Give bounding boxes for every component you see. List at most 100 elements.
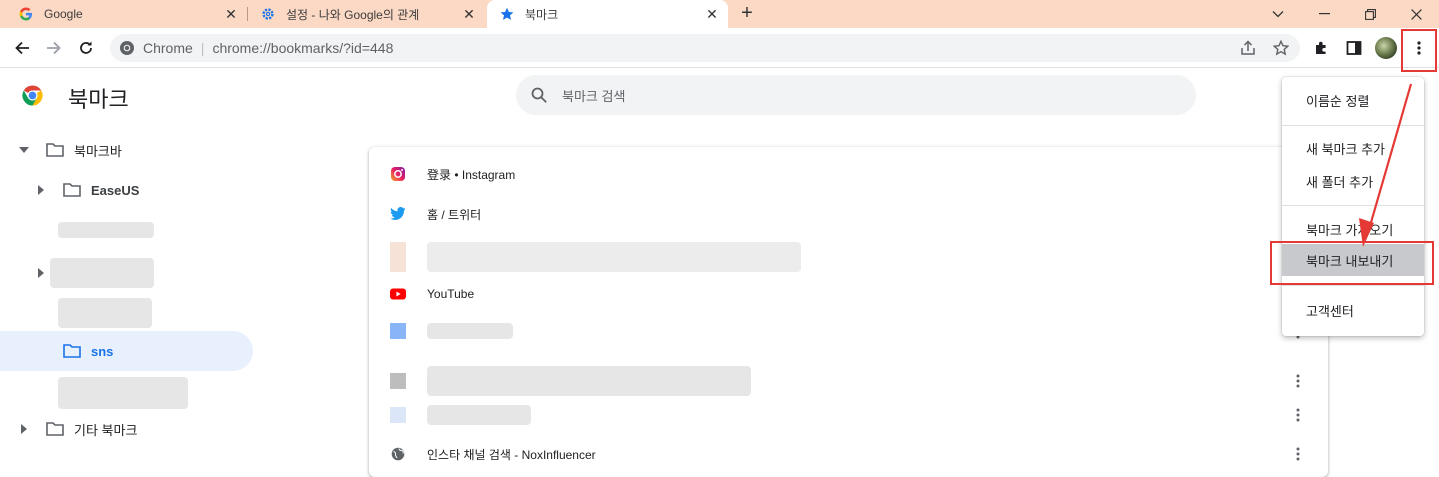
chrome-logo-icon [21,84,44,107]
collapse-arrow-icon[interactable] [19,424,29,434]
tab-title: 설정 - 나와 Google의 관계 [286,7,420,22]
address-bar[interactable]: Chrome | chrome://bookmarks/?id=448 [110,34,1300,62]
list-item[interactable] [369,395,1328,435]
scheme-label: Chrome [143,40,193,56]
more-actions-icon[interactable] [1290,446,1306,462]
youtube-icon [390,286,406,302]
list-item[interactable]: 登录 • Instagram [369,154,1328,194]
list-item[interactable]: 홈 / 트위터 [369,194,1328,234]
star-icon [499,6,515,22]
tree-item-other-bookmarks[interactable]: 기타 북마크 [0,409,137,449]
arrow-left-icon [15,41,29,55]
side-panel-icon [1346,41,1362,55]
tree-item-sns[interactable]: sns [0,331,113,371]
menu-divider [1282,285,1424,286]
restore-icon[interactable] [1347,0,1393,28]
redacted-tree-item[interactable] [58,298,152,328]
expand-arrow-icon[interactable] [19,145,29,155]
annotation-highlight-box [1270,241,1434,285]
avatar [1375,37,1397,59]
tree-item-bookmarks-bar[interactable]: 북마크바 [0,130,122,170]
redacted-icon [390,323,406,339]
google-g-icon [18,6,34,22]
reload-icon [80,41,92,54]
redacted-tree-item[interactable] [58,222,154,238]
bookmark-title: 登录 • Instagram [427,167,516,182]
tree-item-easeus[interactable]: EaseUS [0,170,139,210]
tab-google[interactable]: Google ✕ [0,0,247,28]
redacted-tree-item[interactable] [50,258,154,288]
tab-strip: Google ✕ 설정 - 나와 Google의 관계 ✕ 북마크 ✕ + [0,0,1439,28]
menu-item-add-folder[interactable]: 새 폴더 추가 [1282,165,1424,197]
list-item[interactable]: 인스타 채널 검색 - NoxInfluencer [369,434,1328,474]
collapse-arrow-icon[interactable] [36,268,46,278]
redacted-tree-item[interactable] [58,377,188,409]
redacted-icon [390,373,406,389]
tab-search-chevron-icon[interactable] [1255,0,1301,28]
tab-title: Google [44,7,83,21]
redacted-icon [390,407,406,423]
collapse-arrow-icon[interactable] [36,185,46,195]
tree-item-label: sns [91,343,114,359]
menu-item-help-center[interactable]: 고객센터 [1282,294,1424,326]
menu-divider [1282,125,1424,126]
forward-button[interactable] [40,34,68,62]
tree-item-label: EaseUS [91,182,140,198]
extensions-button[interactable] [1308,34,1336,62]
close-tab-icon[interactable]: ✕ [221,6,241,23]
list-item[interactable] [369,311,1328,351]
tree-item-label: 기타 북마크 [74,422,138,438]
page-title: 북마크 [68,87,129,112]
search-icon [531,87,547,103]
reload-button[interactable] [72,34,100,62]
redacted-text [427,366,751,396]
redacted-text [427,242,801,272]
more-actions-icon[interactable] [1290,373,1306,389]
organize-menu: 이름순 정렬 새 북마크 추가 새 폴더 추가 북마크 가져오기 북마크 내보내… [1282,77,1424,336]
menu-item-add-bookmark[interactable]: 새 북마크 추가 [1282,132,1424,164]
tree-item-redacted[interactable] [0,253,46,293]
folder-icon [46,422,64,436]
list-item[interactable] [369,237,1328,277]
globe-icon [390,446,406,462]
list-item[interactable]: YouTube [369,274,1328,314]
share-icon[interactable] [1238,40,1258,56]
close-tab-icon[interactable]: ✕ [702,6,722,23]
twitter-icon [390,206,406,222]
redacted-icon [390,242,406,272]
bookmark-title: YouTube [427,287,475,301]
redacted-text [427,405,531,425]
bookmark-star-icon[interactable] [1271,40,1291,56]
chrome-page-icon [119,40,135,56]
close-window-icon[interactable] [1393,0,1439,28]
annotation-highlight-box [1401,29,1437,72]
url-text[interactable]: chrome://bookmarks/?id=448 [212,40,393,56]
search-placeholder: 북마크 검색 [562,88,626,104]
profile-button[interactable] [1372,34,1400,62]
back-button[interactable] [8,34,36,62]
minimize-icon[interactable] [1301,0,1347,28]
gear-icon [260,6,276,22]
folder-icon [63,344,81,358]
browser-toolbar: Chrome | chrome://bookmarks/?id=448 [0,28,1439,68]
redacted-text [427,323,513,339]
puzzle-icon [1316,41,1326,54]
folder-icon [63,183,81,197]
omnibox-divider: | [200,40,205,56]
bookmark-list: 登录 • Instagram 홈 / 트위터 YouTube 인스타 채널 검색… [369,147,1328,477]
tab-settings[interactable]: 설정 - 나와 Google의 관계 ✕ [242,0,485,28]
new-tab-button[interactable]: + [736,0,758,28]
more-actions-icon[interactable] [1290,407,1306,423]
bookmark-title: 인스타 채널 검색 - NoxInfluencer [427,447,596,462]
side-panel-button[interactable] [1340,34,1368,62]
tree-item-label: 북마크바 [74,143,122,159]
folder-icon [46,143,64,157]
close-tab-icon[interactable]: ✕ [459,6,479,23]
arrow-right-icon [47,41,61,55]
bookmark-title: 홈 / 트위터 [427,207,482,222]
tab-title: 북마크 [525,7,559,22]
menu-item-sort-by-name[interactable]: 이름순 정렬 [1282,84,1424,116]
instagram-icon [390,166,406,182]
tab-bookmarks[interactable]: 북마크 ✕ [487,0,728,28]
bookmark-search-input[interactable]: 북마크 검색 [516,75,1196,115]
